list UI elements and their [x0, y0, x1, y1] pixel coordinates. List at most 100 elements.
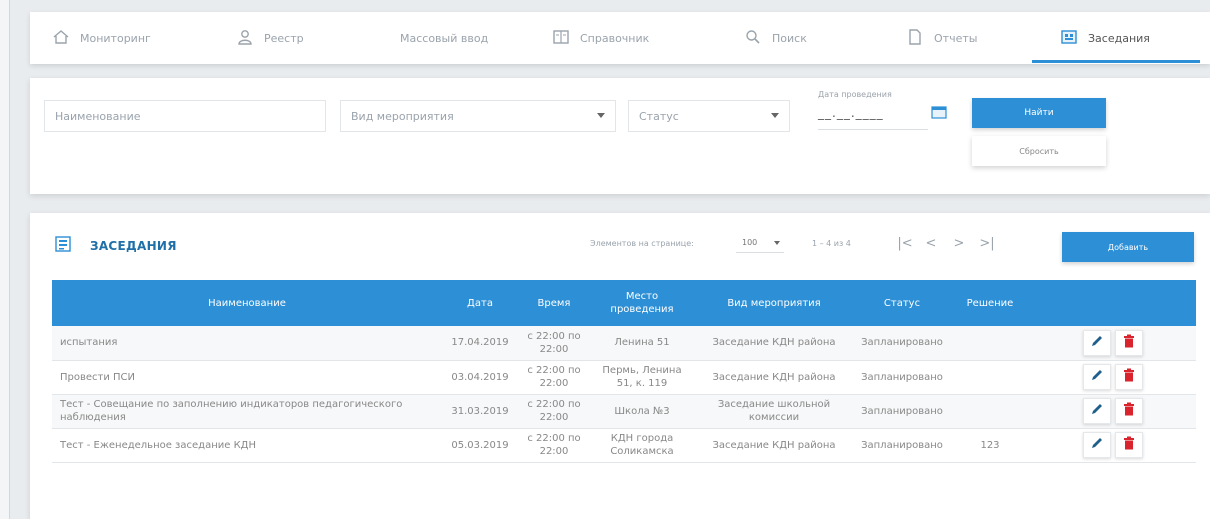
cell-actions — [1030, 428, 1196, 463]
search-icon — [744, 28, 762, 49]
cell-decision — [950, 326, 1030, 361]
chevron-down-icon — [771, 113, 779, 118]
cell-decision — [950, 394, 1030, 429]
last-page-button[interactable]: >| — [976, 233, 998, 253]
cell-type: Заседание школьной комиссии — [694, 394, 854, 429]
filter-panel: Наименование Вид мероприятия Статус Дата… — [30, 78, 1210, 194]
cell-actions — [1030, 394, 1196, 429]
name-input[interactable]: Наименование — [44, 100, 326, 132]
next-page-button[interactable]: > — [948, 233, 970, 253]
cell-time: с 22:00 по 22:00 — [518, 428, 590, 463]
chevron-down-icon — [597, 113, 605, 118]
delete-button[interactable] — [1115, 329, 1143, 356]
meeting-icon — [1060, 28, 1078, 49]
pencil-icon — [1090, 368, 1104, 386]
edit-button[interactable] — [1083, 364, 1111, 390]
status-select[interactable]: Статус — [628, 100, 790, 132]
column-header[interactable]: Решение — [950, 280, 1030, 326]
nav-label: Реестр — [264, 31, 304, 45]
calendar-icon — [931, 105, 947, 122]
table-header: Наименование Дата Время Место проведения… — [52, 280, 1196, 326]
cell-date: 03.04.2019 — [442, 360, 518, 395]
home-icon — [52, 28, 70, 49]
chevron-down-icon — [774, 241, 780, 245]
first-page-button[interactable]: |< — [894, 233, 916, 253]
delete-button[interactable] — [1115, 364, 1143, 390]
table-row[interactable]: Провести ПСИ 03.04.2019 с 22:00 по 22:00… — [52, 360, 1196, 395]
cell-time: с 22:00 по 22:00 — [518, 360, 590, 395]
trash-icon — [1123, 334, 1135, 352]
cell-status: Запланировано — [854, 428, 950, 463]
add-button[interactable]: Добавить — [1062, 232, 1194, 262]
column-header[interactable]: Место проведения — [590, 280, 694, 326]
cell-decision — [950, 360, 1030, 395]
delete-button[interactable] — [1115, 398, 1143, 424]
cell-place: Ленина 51 — [590, 326, 694, 361]
delete-button[interactable] — [1115, 432, 1143, 458]
cell-name: Провести ПСИ — [52, 360, 442, 395]
edit-button[interactable] — [1083, 398, 1111, 424]
cell-date: 05.03.2019 — [442, 428, 518, 463]
nav-label: Справочник — [580, 31, 650, 45]
meetings-table: Наименование Дата Время Место проведения… — [52, 280, 1196, 463]
nav-label: Отчеты — [934, 31, 978, 45]
per-page-label: Элементов на странице: — [590, 239, 694, 248]
cell-name: испытания — [52, 326, 442, 361]
trash-icon — [1123, 402, 1135, 420]
document-icon — [906, 28, 924, 49]
cell-type: Заседание КДН района — [694, 326, 854, 361]
cell-date: 31.03.2019 — [442, 394, 518, 429]
cell-type: Заседание КДН района — [694, 360, 854, 395]
nav-label: Массовый ввод — [400, 31, 489, 45]
cell-actions — [1030, 326, 1196, 361]
cell-name: Тест - Еженедельное заседание КДН — [52, 428, 442, 463]
nav-label: Мониторинг — [80, 31, 151, 45]
prev-page-button[interactable]: < — [920, 233, 942, 253]
cell-name: Тест - Совещание по заполнению индикатор… — [52, 394, 442, 429]
table-row[interactable]: Тест - Совещание по заполнению индикатор… — [52, 394, 1196, 429]
cell-date: 17.04.2019 — [442, 326, 518, 361]
calendar-button[interactable] — [928, 102, 950, 124]
nav-label: Поиск — [772, 31, 807, 45]
column-header[interactable]: Дата — [442, 280, 518, 326]
cell-place: Школа №3 — [590, 394, 694, 429]
find-button[interactable]: Найти — [972, 98, 1106, 128]
cell-time: с 22:00 по 22:00 — [518, 394, 590, 429]
reset-button[interactable]: Сбросить — [972, 136, 1106, 166]
cell-actions — [1030, 360, 1196, 395]
nav-mass-input[interactable]: Массовый ввод — [400, 12, 488, 64]
nav-registry[interactable]: Реестр — [236, 12, 304, 64]
book-icon — [552, 28, 570, 49]
pencil-icon — [1090, 436, 1104, 454]
date-input[interactable]: __.__.____ — [818, 106, 928, 130]
pencil-icon — [1090, 402, 1104, 420]
person-icon — [236, 28, 254, 49]
pencil-icon — [1090, 334, 1104, 352]
table-row[interactable]: испытания 17.04.2019 с 22:00 по 22:00 Ле… — [52, 326, 1196, 361]
active-tab-indicator — [1032, 60, 1200, 63]
column-header[interactable]: Наименование — [52, 280, 442, 326]
column-header[interactable]: Время — [518, 280, 590, 326]
pagination-range: 1 – 4 из 4 — [812, 239, 851, 248]
top-nav: Мониторинг Реестр Массовый ввод Справочн… — [30, 12, 1210, 64]
nav-search[interactable]: Поиск — [744, 12, 807, 64]
edit-button[interactable] — [1083, 432, 1111, 458]
window-edge — [0, 0, 10, 519]
nav-reports[interactable]: Отчеты — [906, 12, 977, 64]
cell-decision: 123 — [950, 428, 1030, 463]
nav-meetings[interactable]: Заседания — [1060, 12, 1150, 64]
edit-button[interactable] — [1083, 329, 1111, 356]
event-type-select[interactable]: Вид мероприятия — [340, 100, 616, 132]
meetings-card: ЗАСЕДАНИЯ Элементов на странице: 100 1 –… — [30, 213, 1210, 519]
nav-reference[interactable]: Справочник — [552, 12, 649, 64]
column-header[interactable]: Статус — [854, 280, 950, 326]
trash-icon — [1123, 436, 1135, 454]
meeting-icon — [54, 235, 72, 253]
table-row[interactable]: Тест - Еженедельное заседание КДН 05.03.… — [52, 428, 1196, 463]
nav-monitoring[interactable]: Мониторинг — [52, 12, 151, 64]
trash-icon — [1123, 368, 1135, 386]
column-header — [1030, 280, 1196, 326]
cell-time: с 22:00 по 22:00 — [518, 326, 590, 361]
per-page-select[interactable]: 100 — [736, 233, 784, 253]
column-header[interactable]: Вид мероприятия — [694, 280, 854, 326]
